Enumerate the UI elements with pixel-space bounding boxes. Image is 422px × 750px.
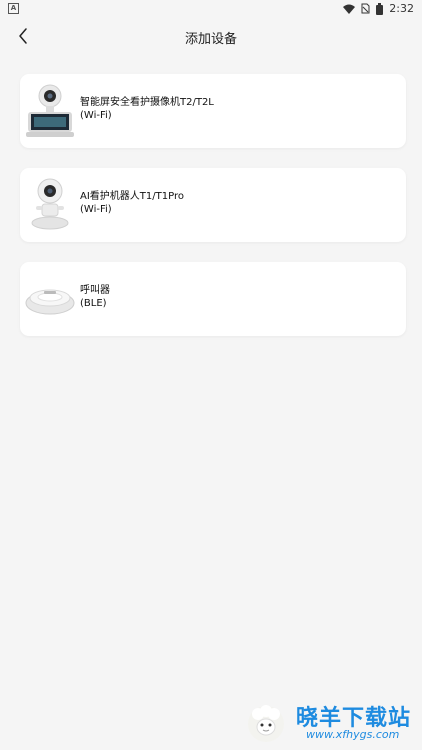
device-name: 呼叫器 [80, 285, 110, 296]
device-name: 智能屏安全看护摄像机T2/T2L [80, 97, 214, 108]
watermark: 晓羊下载站 www.xfhygs.com [236, 694, 422, 750]
device-text: 智能屏安全看护摄像机T2/T2L (Wi-Fi) [80, 96, 214, 122]
wifi-icon [343, 4, 356, 14]
battery-icon [376, 2, 384, 15]
device-text: 呼叫器 (BLE) [80, 284, 110, 310]
notification-a-icon: A [8, 3, 19, 14]
page-title: 添加设备 [184, 32, 237, 47]
pager-device-image [25, 289, 75, 315]
robot-camera-device-image [31, 178, 69, 230]
title-bar: 添加设备 [0, 22, 422, 50]
status-time: 2:32 [389, 2, 414, 15]
sheep-logo-icon [248, 705, 284, 742]
camera-screen-device-image [26, 84, 74, 137]
device-card-pager[interactable]: 呼叫器 (BLE) [20, 262, 406, 336]
watermark-url: www.xfhygs.com [306, 728, 400, 741]
status-left: A [8, 3, 19, 14]
status-right: 2:32 [343, 2, 414, 15]
device-card-robot[interactable]: AI看护机器人T1/T1Pro (Wi-Fi) [20, 168, 406, 242]
device-card-camera-screen[interactable]: 智能屏安全看护摄像机T2/T2L (Wi-Fi) [20, 74, 406, 148]
status-bar: A 2:32 [0, 0, 422, 18]
no-sim-icon [361, 3, 370, 14]
device-list: 智能屏安全看护摄像机T2/T2L (Wi-Fi) AI看护机器人T1/T1Pro… [20, 74, 406, 356]
device-name: AI看护机器人T1/T1Pro [80, 191, 184, 202]
device-protocol: (Wi-Fi) [80, 110, 112, 121]
device-protocol: (Wi-Fi) [80, 204, 112, 215]
device-protocol: (BLE) [80, 298, 107, 309]
device-text: AI看护机器人T1/T1Pro (Wi-Fi) [80, 190, 184, 216]
